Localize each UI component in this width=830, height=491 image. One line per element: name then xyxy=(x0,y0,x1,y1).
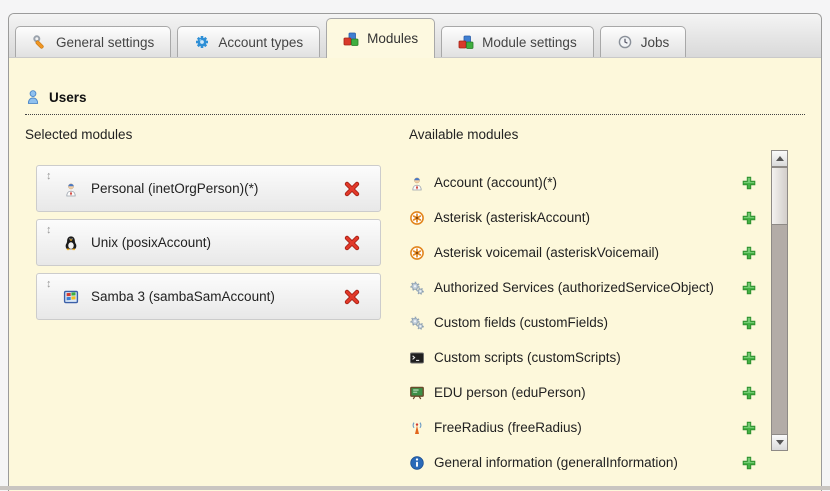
scrollbar-thumb[interactable] xyxy=(771,167,788,225)
triangle-up-icon xyxy=(776,156,784,161)
gears-icon xyxy=(409,315,425,331)
module-label: Personal (inetOrgPerson)(*) xyxy=(91,181,258,196)
info-icon xyxy=(409,455,425,471)
tab-modules[interactable]: Modules xyxy=(326,18,435,58)
terminal-icon xyxy=(409,350,425,366)
available-modules-scrollbar[interactable] xyxy=(771,150,788,451)
antenna-icon xyxy=(409,420,425,436)
module-label: Asterisk voicemail (asteriskVoicemail) xyxy=(434,245,659,260)
add-icon[interactable] xyxy=(742,456,756,470)
module-label: Account (account)(*) xyxy=(434,175,557,190)
add-icon[interactable] xyxy=(742,211,756,225)
available-modules-list: Account (account)(*) xyxy=(409,165,756,480)
selected-modules-label: Selected modules xyxy=(25,127,409,142)
module-label: Asterisk (asteriskAccount) xyxy=(434,210,590,225)
users-section-header: Users xyxy=(25,89,805,115)
available-module-row-custom-scripts: Custom scripts (customScripts) xyxy=(409,340,756,375)
wrench-icon xyxy=(32,34,48,50)
selected-modules-list: ↕ Personal (inetOrgPerson)(*) xyxy=(36,165,381,320)
asterisk-icon xyxy=(409,210,425,226)
selected-module-row-personal[interactable]: ↕ Personal (inetOrgPerson)(*) xyxy=(36,165,381,212)
scroll-up-button[interactable] xyxy=(771,150,788,167)
gear-icon xyxy=(194,34,210,50)
gears-icon xyxy=(409,280,425,296)
person-icon xyxy=(63,181,79,197)
selected-module-row-unix[interactable]: ↕ Unix (posixAccount) xyxy=(36,219,381,266)
add-icon[interactable] xyxy=(742,386,756,400)
add-icon[interactable] xyxy=(742,316,756,330)
module-label: Unix (posixAccount) xyxy=(91,235,211,250)
tab-label: Account types xyxy=(218,35,303,50)
available-module-row-account: Account (account)(*) xyxy=(409,165,756,200)
drag-handle-icon[interactable]: ↕ xyxy=(46,225,52,236)
selected-module-row-samba[interactable]: ↕ Samba 3 (sambaSamAccount) xyxy=(36,273,381,320)
tab-jobs[interactable]: Jobs xyxy=(600,26,687,57)
available-module-row-asterisk: Asterisk (asteriskAccount) xyxy=(409,200,756,235)
available-module-row-authorized-services: Authorized Services (authorizedServiceOb… xyxy=(409,270,756,305)
modules-icon xyxy=(458,34,474,50)
available-module-row-general-information: General information (generalInformation) xyxy=(409,445,756,480)
tab-label: Modules xyxy=(367,31,418,46)
module-label: Custom scripts (customScripts) xyxy=(434,350,621,365)
module-label: Samba 3 (sambaSamAccount) xyxy=(91,289,275,304)
add-icon[interactable] xyxy=(742,351,756,365)
windows-icon xyxy=(63,289,79,305)
delete-icon[interactable] xyxy=(344,181,360,197)
available-modules-label: Available modules xyxy=(409,127,756,142)
bottom-divider xyxy=(0,486,830,490)
module-label: EDU person (eduPerson) xyxy=(434,385,586,400)
asterisk-icon xyxy=(409,245,425,261)
add-icon[interactable] xyxy=(742,421,756,435)
available-module-row-freeradius: FreeRadius (freeRadius) xyxy=(409,410,756,445)
drag-handle-icon[interactable]: ↕ xyxy=(46,171,52,182)
tab-module-settings[interactable]: Module settings xyxy=(441,26,594,57)
add-icon[interactable] xyxy=(742,246,756,260)
tab-bar: General settings Account types xyxy=(9,14,821,58)
add-icon[interactable] xyxy=(742,281,756,295)
modules-icon xyxy=(343,31,359,47)
module-label: General information (generalInformation) xyxy=(434,455,678,470)
section-title: Users xyxy=(49,90,87,105)
triangle-down-icon xyxy=(776,440,784,445)
person-icon xyxy=(409,175,425,191)
add-icon[interactable] xyxy=(742,176,756,190)
delete-icon[interactable] xyxy=(344,289,360,305)
modules-tab-content: Users Selected modules ↕ xyxy=(9,89,821,480)
available-module-row-custom-fields: Custom fields (customFields) xyxy=(409,305,756,340)
tab-label: General settings xyxy=(56,35,154,50)
module-label: FreeRadius (freeRadius) xyxy=(434,420,582,435)
module-label: Authorized Services (authorizedServiceOb… xyxy=(434,280,714,295)
clock-icon xyxy=(617,34,633,50)
tab-general-settings[interactable]: General settings xyxy=(15,26,171,57)
scroll-down-button[interactable] xyxy=(771,434,788,451)
linux-penguin-icon xyxy=(63,235,79,251)
module-label: Custom fields (customFields) xyxy=(434,315,608,330)
available-module-row-edu-person: EDU person (eduPerson) xyxy=(409,375,756,410)
available-module-row-asterisk-voicemail: Asterisk voicemail (asteriskVoicemail) xyxy=(409,235,756,270)
settings-panel: General settings Account types xyxy=(8,13,822,491)
user-icon xyxy=(25,89,41,105)
delete-icon[interactable] xyxy=(344,235,360,251)
tab-label: Jobs xyxy=(641,35,670,50)
tab-account-types[interactable]: Account types xyxy=(177,26,320,57)
drag-handle-icon[interactable]: ↕ xyxy=(46,279,52,290)
chalkboard-icon xyxy=(409,385,425,401)
tab-label: Module settings xyxy=(482,35,577,50)
